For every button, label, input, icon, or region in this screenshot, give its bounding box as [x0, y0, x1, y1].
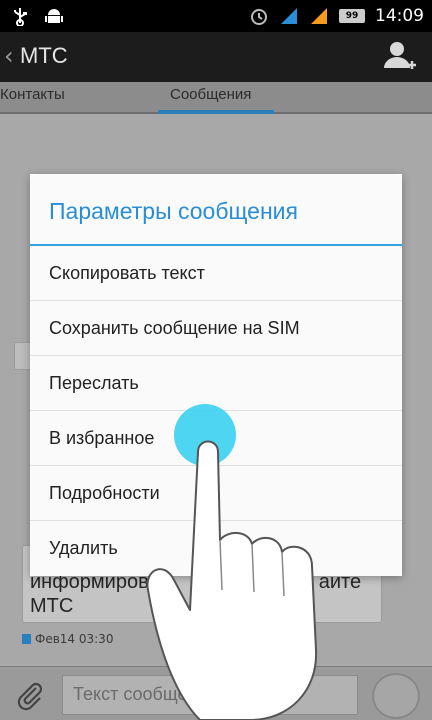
add-contact-icon[interactable] [380, 38, 418, 76]
battery-icon: 99 [339, 9, 365, 23]
message-meta: Фев14 03:30 [22, 632, 113, 646]
menu-item-copy-text[interactable]: Скопировать текст [30, 246, 402, 301]
tab-bar: Контакты Сообщения [0, 82, 432, 114]
status-bar: 99 14:09 [0, 0, 432, 32]
tab-contacts[interactable]: Контакты [0, 86, 65, 103]
message-timestamp: Фев14 03:30 [35, 632, 114, 646]
dialog-title: Параметры сообщения [49, 198, 298, 224]
sim-icon [22, 634, 31, 644]
back-icon[interactable]: ‹ [4, 42, 14, 70]
menu-item-save-to-sim[interactable]: Сохранить сообщение на SIM [30, 301, 402, 356]
menu-item-forward[interactable]: Переслать [30, 356, 402, 411]
tab-messages[interactable]: Сообщения [170, 86, 251, 103]
alarm-icon [251, 9, 267, 25]
signal-blue-icon [281, 8, 297, 24]
pointing-hand-icon [146, 440, 318, 720]
usb-icon [14, 8, 27, 26]
active-tab-indicator [158, 110, 274, 114]
conversation-title[interactable]: МТС [20, 43, 68, 69]
notification-icons [10, 6, 64, 26]
android-debug-icon [45, 9, 63, 23]
message-bubble-edge [14, 342, 30, 370]
send-button[interactable] [372, 673, 420, 719]
action-bar: ‹ МТС [0, 32, 432, 82]
status-time: 14:09 [375, 6, 424, 26]
attach-icon[interactable] [14, 679, 46, 711]
signal-orange-icon [311, 8, 327, 24]
